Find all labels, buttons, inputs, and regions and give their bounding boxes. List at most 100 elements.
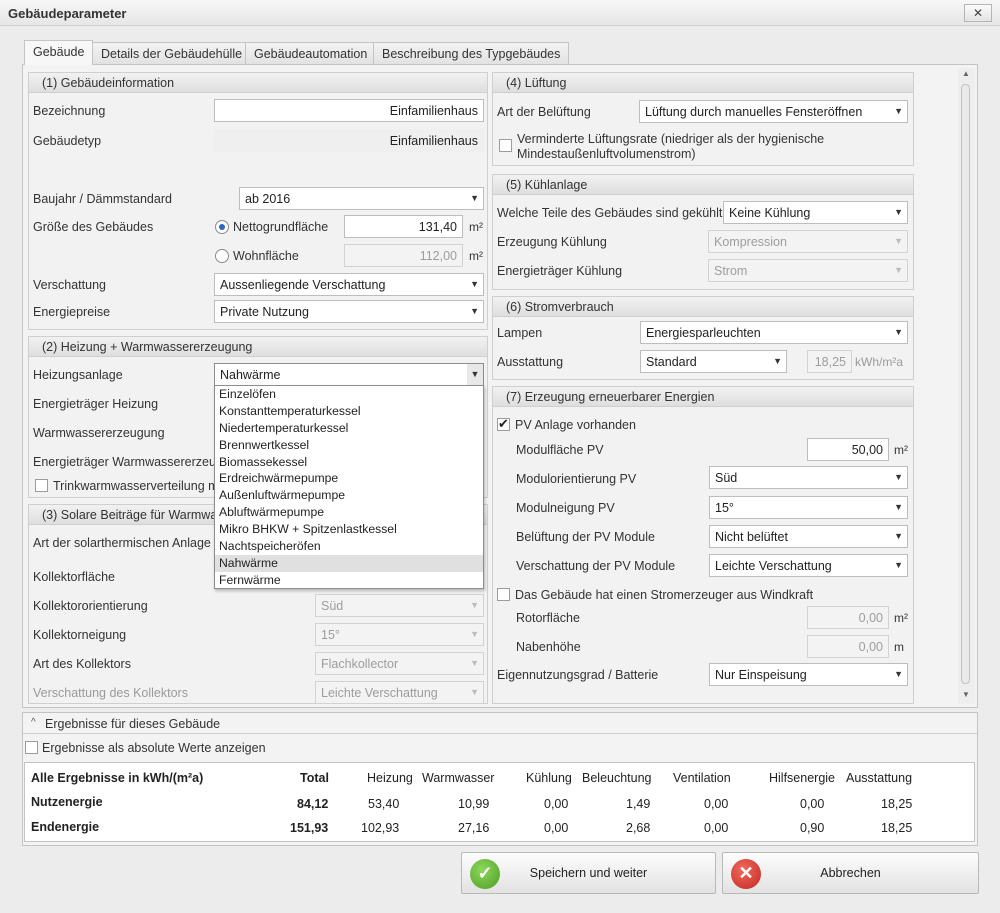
chevron-down-icon: ▼ <box>894 236 903 246</box>
cancel-button[interactable]: ✕ Abbrechen <box>722 852 979 894</box>
verschattung-value: Aussenliegende Verschattung <box>220 278 386 292</box>
dropdown-option[interactable]: Einzelöfen <box>215 386 483 403</box>
kollektorneigung-label: Kollektorneigung <box>33 628 127 642</box>
gebaeudetyp-value: Einfamilienhaus <box>214 129 484 152</box>
energietraeger-kuehlung-value: Strom <box>714 264 748 278</box>
dropdown-option[interactable]: Konstanttemperaturkessel <box>215 403 483 420</box>
wohnflaeche-label: Wohnfläche <box>233 249 299 263</box>
belueftung-pv-select[interactable]: Nicht belüftet ▼ <box>709 525 908 548</box>
dropdown-option[interactable]: Nachtspeicheröfen <box>215 538 483 555</box>
ausstattung-select[interactable]: Standard ▼ <box>640 350 787 373</box>
modulneigung-select[interactable]: 15° ▼ <box>709 496 908 519</box>
modulorientierung-select[interactable]: Süd ▼ <box>709 466 908 489</box>
results-cell: 0,00 <box>704 821 729 835</box>
results-cell: 151,93 <box>290 821 329 835</box>
results-cell: 10,99 <box>458 797 490 811</box>
belueftung-pv-label: Belüftung der PV Module <box>516 530 655 544</box>
panel-title: (5) Kühlanlage <box>493 175 913 195</box>
results-cell: 18,25 <box>881 797 913 811</box>
tab-details-gebaeudehuelle[interactable]: Details der Gebäudehülle <box>92 42 252 64</box>
warmwassererzeugung-label: Warmwassererzeugung <box>33 426 165 440</box>
pv-anlage-label: PV Anlage vorhanden <box>515 418 636 432</box>
panel-title: (6) Stromverbrauch <box>493 297 913 317</box>
panel-title: (7) Erzeugung erneuerbarer Energien <box>493 387 913 407</box>
close-button[interactable]: ✕ <box>964 4 992 22</box>
kollektorneigung-select[interactable]: 15° ▼ <box>315 623 484 646</box>
results-cell: 2,68 <box>626 821 651 835</box>
dropdown-option[interactable]: Außenluftwärmepumpe <box>215 487 483 504</box>
nabenhoehe-input[interactable]: 0,00 <box>807 635 889 658</box>
absolute-werte-checkbox[interactable] <box>25 741 38 754</box>
modulflaeche-label: Modulfläche PV <box>516 443 604 457</box>
results-cell: 0,00 <box>800 797 825 811</box>
art-belueftung-select[interactable]: Lüftung durch manuelles Fensteröffnen ▼ <box>639 100 908 123</box>
trinkwarmwasser-checkbox[interactable] <box>35 479 48 492</box>
modulflaeche-input[interactable]: 50,00 <box>807 438 889 461</box>
dropdown-option[interactable]: Niedertemperaturkessel <box>215 420 483 437</box>
energiepreise-select[interactable]: Private Nutzung ▼ <box>214 300 484 323</box>
verschattung-kollektor-label: Verschattung des Kollektors <box>33 686 188 700</box>
scrollbar-thumb[interactable] <box>961 84 970 684</box>
pv-anlage-checkbox[interactable] <box>497 416 510 432</box>
tab-gebaeude[interactable]: Gebäude <box>24 40 94 65</box>
scroll-up-icon[interactable]: ▲ <box>962 69 970 78</box>
eigennutzungsgrad-value: Nur Einspeisung <box>715 668 807 682</box>
erzeugung-kuehlung-label: Erzeugung Kühlung <box>497 235 607 249</box>
wohnflaeche-input[interactable]: 112,00 <box>344 244 463 267</box>
tab-gebaeudeautomation[interactable]: Gebäudeautomation <box>245 42 377 64</box>
dropdown-option[interactable]: Erdreichwärmepumpe <box>215 470 483 487</box>
chevron-down-icon[interactable]: ▼ <box>467 364 483 385</box>
dropdown-option[interactable]: Brennwertkessel <box>215 437 483 454</box>
modulneigung-label: Modulneigung PV <box>516 501 615 515</box>
art-kollektor-select[interactable]: Flachkollector ▼ <box>315 652 484 675</box>
eigennutzungsgrad-label: Eigennutzungsgrad / Batterie <box>497 668 659 682</box>
collapse-chevron-icon[interactable]: ^ <box>31 717 36 728</box>
dropdown-option[interactable]: Fernwärme <box>215 572 483 589</box>
results-cell: 84,12 <box>297 797 329 811</box>
verschattung-pv-label: Verschattung der PV Module <box>516 559 676 573</box>
kollektororientierung-select[interactable]: Süd ▼ <box>315 594 484 617</box>
art-solaranlage-label: Art der solarthermischen Anlage <box>33 536 211 550</box>
bezeichnung-input[interactable]: Einfamilienhaus <box>214 99 484 122</box>
vertical-scrollbar[interactable]: ▲ ▼ <box>958 68 975 704</box>
tab-beschreibung-typgebaeude[interactable]: Beschreibung des Typgebäudes <box>373 42 570 64</box>
windkraft-checkbox[interactable] <box>497 588 510 601</box>
energietraeger-kuehlung-select[interactable]: Strom ▼ <box>708 259 908 282</box>
unit-m2: m² <box>469 220 483 234</box>
verminderte-lueftungsrate-checkbox[interactable] <box>499 139 512 152</box>
lampen-select[interactable]: Energiesparleuchten ▼ <box>640 321 908 344</box>
dropdown-option[interactable]: Mikro BHKW + Spitzenlastkessel <box>215 521 483 538</box>
verschattung-select[interactable]: Aussenliegende Verschattung ▼ <box>214 273 484 296</box>
ausstattung-kwh-input[interactable]: 18,25 <box>807 350 852 373</box>
chevron-down-icon: ▼ <box>894 531 903 541</box>
erzeugung-kuehlung-select[interactable]: Kompression ▼ <box>708 230 908 253</box>
radio-wohnflaeche[interactable] <box>215 249 229 263</box>
ausstattung-value: Standard <box>646 355 697 369</box>
results-cell: 0,00 <box>544 797 569 811</box>
results-header: Ausstattung <box>846 771 913 785</box>
chevron-down-icon: ▼ <box>894 560 903 570</box>
verschattung-kollektor-select[interactable]: Leichte Verschattung ▼ <box>315 681 484 704</box>
rotorflaeche-input[interactable]: 0,00 <box>807 606 889 629</box>
baujahr-select[interactable]: ab 2016 ▼ <box>239 187 484 210</box>
verschattung-pv-select[interactable]: Leichte Verschattung ▼ <box>709 554 908 577</box>
groesse-label: Größe des Gebäudes <box>33 220 154 234</box>
nabenhoehe-label: Nabenhöhe <box>516 640 581 654</box>
heizungsanlage-select[interactable]: Nahwärme ▼ <box>214 363 484 386</box>
art-kollektor-value: Flachkollector <box>321 657 399 671</box>
dropdown-option-selected[interactable]: Nahwärme <box>215 554 483 572</box>
results-cell: 0,00 <box>704 797 729 811</box>
results-header: Kühlung <box>526 771 572 785</box>
save-button-label: Speichern und weiter <box>529 866 648 880</box>
results-header: Total <box>300 771 329 785</box>
chevron-down-icon: ▼ <box>894 327 903 337</box>
dropdown-option[interactable]: Biomassekessel <box>215 454 483 471</box>
absolute-werte-label: Ergebnisse als absolute Werte anzeigen <box>42 741 266 755</box>
save-button[interactable]: ✓ Speichern und weiter <box>461 852 716 894</box>
radio-nettogrundflaeche[interactable] <box>215 220 229 234</box>
nettogrundflaeche-input[interactable]: 131,40 <box>344 215 463 238</box>
dropdown-option[interactable]: Abluftwärmepumpe <box>215 504 483 521</box>
gekuehlte-teile-select[interactable]: Keine Kühlung ▼ <box>723 201 908 224</box>
eigennutzungsgrad-select[interactable]: Nur Einspeisung ▼ <box>709 663 908 686</box>
scroll-down-icon[interactable]: ▼ <box>962 690 970 699</box>
